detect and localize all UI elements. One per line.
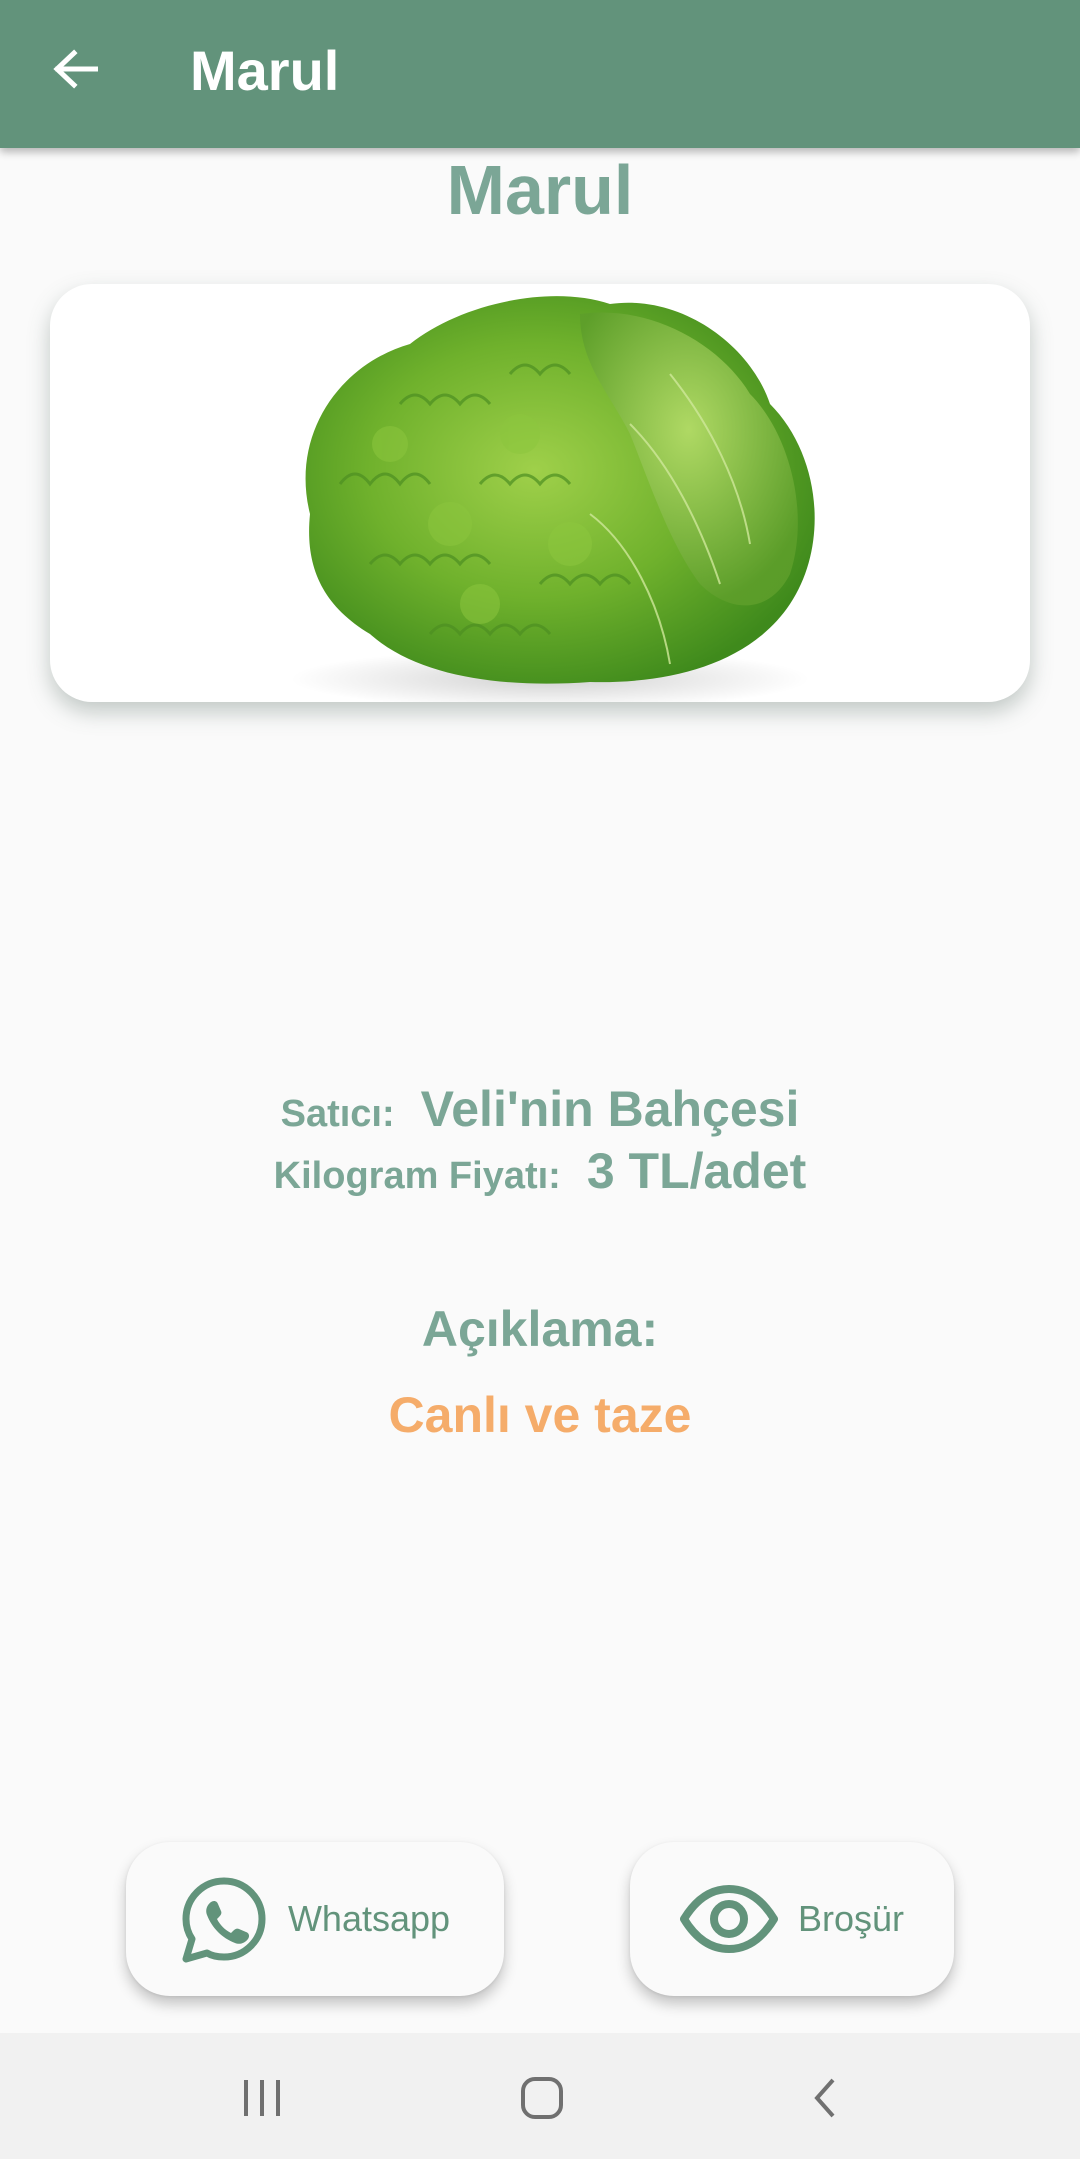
home-button[interactable] <box>502 2063 582 2133</box>
system-back-button[interactable] <box>784 2063 864 2133</box>
app-bar: Marul <box>0 0 1080 148</box>
seller-value: Veli'nin Bahçesi <box>420 1081 800 1137</box>
system-nav-bar <box>0 2033 1080 2159</box>
brochure-label: Broşür <box>797 1898 905 1939</box>
whatsapp-label: Whatsapp <box>287 1898 451 1939</box>
back-button[interactable] <box>40 34 110 104</box>
description-value: Canlı ve taze <box>388 1387 692 1443</box>
price-label: Kilogram Fiyatı: <box>273 1155 561 1197</box>
app-bar-title: Marul <box>190 39 340 102</box>
product-title: Marul <box>446 151 634 229</box>
product-image-card <box>50 284 1030 702</box>
whatsapp-button[interactable]: Whatsapp <box>126 1842 504 1996</box>
eye-icon <box>679 1884 778 1954</box>
price-row: Kilogram Fiyatı: 3 TL/adet <box>0 1142 1080 1200</box>
back-chevron-icon <box>814 2078 835 2118</box>
arrow-left-icon <box>53 49 98 89</box>
seller-row: Satıcı: Veli'nin Bahçesi <box>0 1080 1080 1138</box>
recents-button[interactable] <box>222 2063 302 2133</box>
home-icon <box>521 2077 563 2119</box>
description-label: Açıklama: <box>421 1301 659 1357</box>
seller-label: Satıcı: <box>280 1093 395 1135</box>
price-value: 3 TL/adet <box>586 1143 807 1199</box>
whatsapp-icon <box>180 1875 268 1963</box>
product-image <box>250 284 870 702</box>
recents-icon <box>244 2080 280 2116</box>
brochure-button[interactable]: Broşür <box>630 1842 954 1996</box>
